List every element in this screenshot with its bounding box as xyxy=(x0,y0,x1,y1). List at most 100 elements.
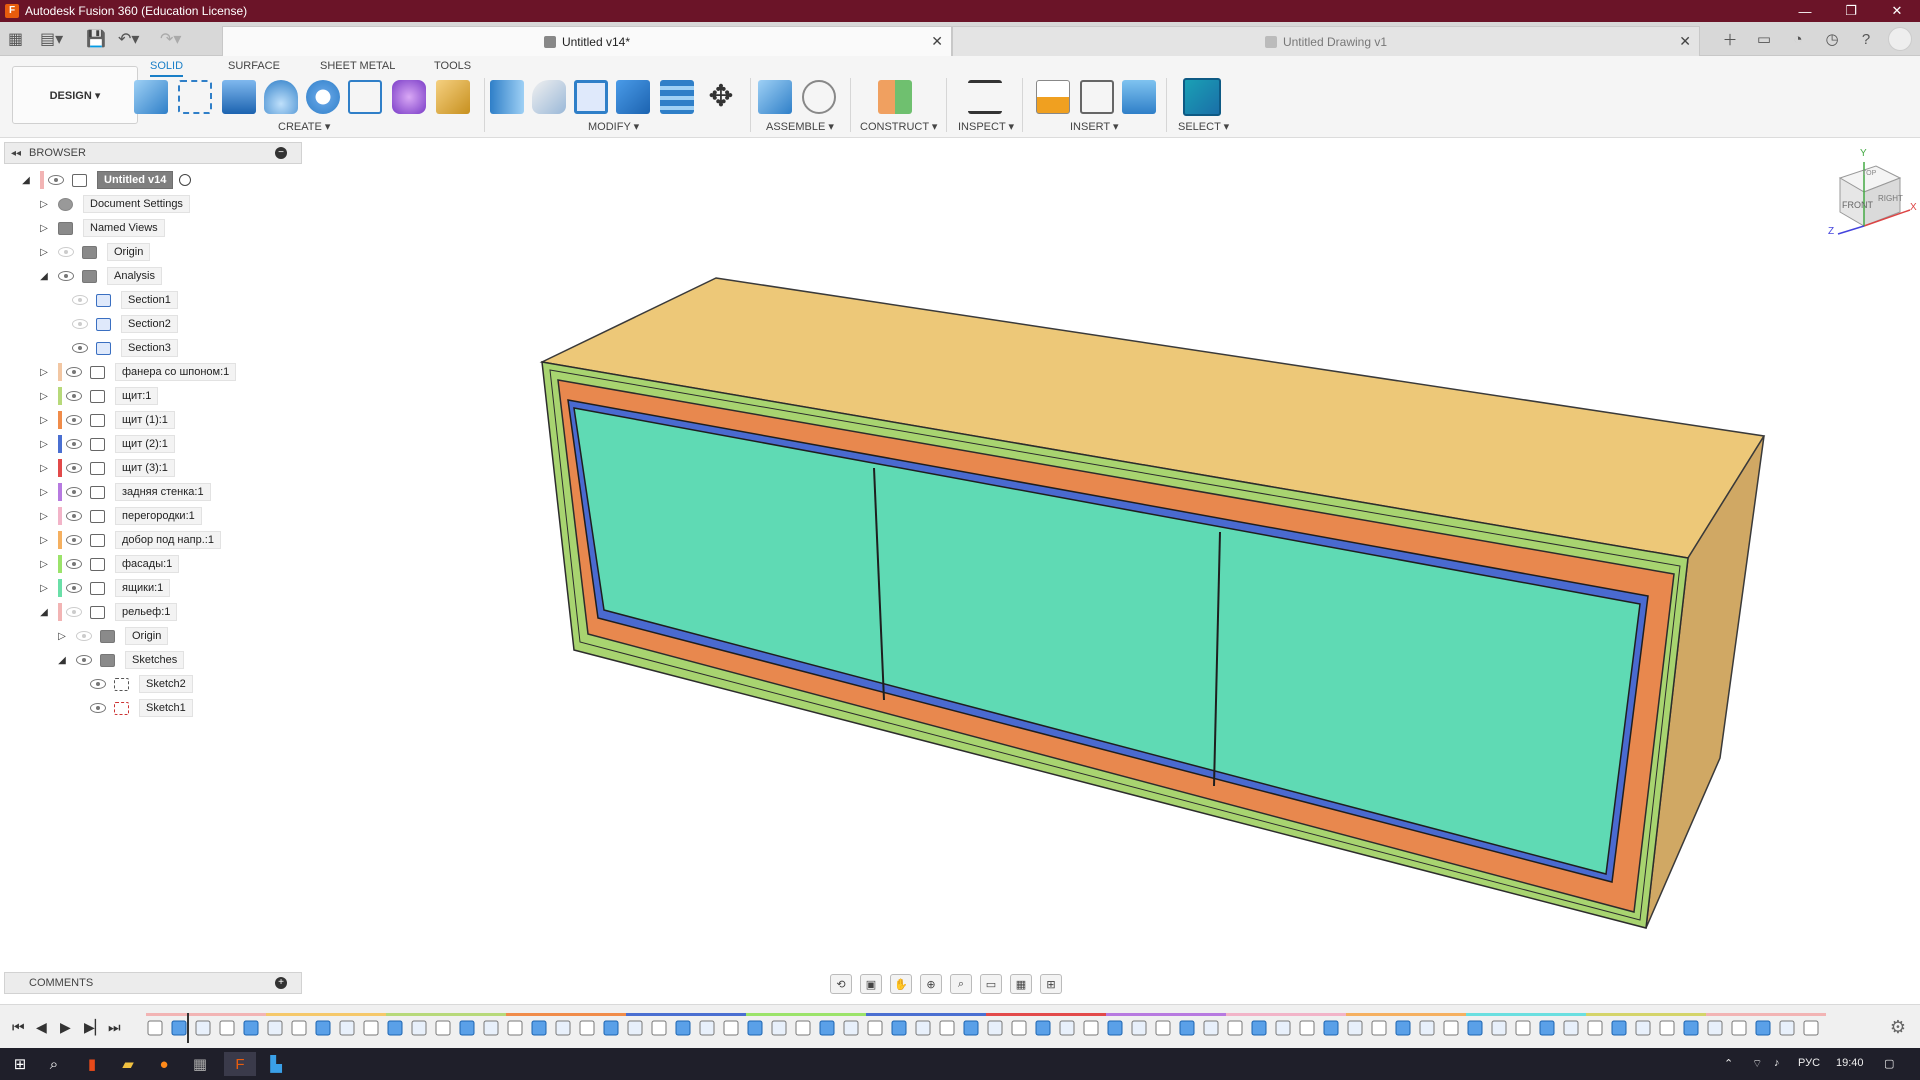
orbit-icon[interactable]: ⟲ xyxy=(830,974,852,994)
combine-icon[interactable] xyxy=(616,80,650,114)
timeline-feature-icon[interactable] xyxy=(1011,1020,1027,1036)
timeline-feature-icon[interactable] xyxy=(1467,1020,1483,1036)
timeline-feature-icon[interactable] xyxy=(411,1020,427,1036)
timeline-feature-icon[interactable] xyxy=(243,1020,259,1036)
timeline-feature-icon[interactable] xyxy=(843,1020,859,1036)
browser-item-component[interactable]: ▷ перегородки:1 xyxy=(38,506,202,526)
modify-menu[interactable]: MODIFY ▾ xyxy=(588,120,639,133)
create-sketch-icon[interactable] xyxy=(178,80,212,114)
timeline-feature-icon[interactable] xyxy=(1179,1020,1195,1036)
timeline-feature-icon[interactable] xyxy=(1563,1020,1579,1036)
viewcube-right-label[interactable]: RIGHT xyxy=(1878,194,1903,203)
visibility-eye-icon[interactable] xyxy=(66,415,82,425)
windows-start-icon[interactable]: ⊞ xyxy=(4,1052,36,1076)
3d-viewport[interactable]: FRONT RIGHT TOP X Y Z xyxy=(302,138,1920,970)
visibility-eye-icon[interactable] xyxy=(66,367,82,377)
browser-item-sketches[interactable]: ◢ Sketches xyxy=(56,650,185,670)
timeline-feature-icon[interactable] xyxy=(987,1020,1003,1036)
step-forward-icon[interactable]: ▶▏ xyxy=(84,1019,106,1036)
split-body-icon[interactable] xyxy=(660,80,694,114)
timeline-feature-icon[interactable] xyxy=(219,1020,235,1036)
collapse-panel-icon[interactable]: ◂◂ xyxy=(11,148,21,159)
workspace-switcher[interactable]: DESIGN ▾ xyxy=(12,66,138,124)
assemble-menu[interactable]: ASSEMBLE ▾ xyxy=(766,120,834,133)
timeline-feature-icon[interactable] xyxy=(1779,1020,1795,1036)
fit-icon[interactable]: ⌕ xyxy=(950,974,972,994)
visibility-eye-icon[interactable] xyxy=(66,535,82,545)
create-menu[interactable]: CREATE ▾ xyxy=(278,120,330,133)
timeline-feature-icon[interactable] xyxy=(1635,1020,1651,1036)
visibility-eye-icon[interactable] xyxy=(66,511,82,521)
timeline-feature-icon[interactable] xyxy=(1347,1020,1363,1036)
timeline-feature-icon[interactable] xyxy=(1275,1020,1291,1036)
avatar[interactable] xyxy=(1888,27,1912,51)
derive-icon[interactable] xyxy=(436,80,470,114)
timeline-feature-icon[interactable] xyxy=(483,1020,499,1036)
firefox-icon[interactable]: ● xyxy=(148,1052,180,1076)
extrude-icon[interactable] xyxy=(222,80,256,114)
restore-button[interactable]: ❐ xyxy=(1828,0,1874,22)
browser-item-section1[interactable]: Section1 xyxy=(68,290,178,310)
timeline-feature-icon[interactable] xyxy=(315,1020,331,1036)
tab-untitled-drawing[interactable]: Untitled Drawing v1 ✕ xyxy=(952,26,1700,56)
new-tab-icon[interactable]: ＋ xyxy=(1718,27,1742,51)
clock-time[interactable]: 19:40 xyxy=(1836,1057,1864,1069)
office-icon[interactable]: ▮ xyxy=(76,1052,108,1076)
close-tab-icon[interactable]: ✕ xyxy=(931,33,943,50)
expand-triangle-icon[interactable]: ▷ xyxy=(38,223,50,234)
visibility-eye-icon[interactable] xyxy=(66,439,82,449)
timeline-feature-icon[interactable] xyxy=(1515,1020,1531,1036)
timeline-feature-icon[interactable] xyxy=(1395,1020,1411,1036)
browser-item-section3[interactable]: Section3 xyxy=(68,338,178,358)
timeline-feature-icon[interactable] xyxy=(1371,1020,1387,1036)
minimize-browser-icon[interactable]: − xyxy=(275,147,287,159)
timeline-feature-icon[interactable] xyxy=(171,1020,187,1036)
insert-mesh-icon[interactable] xyxy=(1080,80,1114,114)
browser-item-origin[interactable]: ▷ Origin xyxy=(38,242,151,262)
display-settings-icon[interactable]: ▭ xyxy=(980,974,1002,994)
look-at-icon[interactable]: ▣ xyxy=(860,974,882,994)
insert-menu[interactable]: INSERT ▾ xyxy=(1070,120,1119,133)
timeline-feature-icon[interactable] xyxy=(1659,1020,1675,1036)
timeline-feature-icon[interactable] xyxy=(1107,1020,1123,1036)
browser-item-sketch[interactable]: Sketch1 xyxy=(86,698,193,718)
timeline-feature-icon[interactable] xyxy=(1419,1020,1435,1036)
timeline-feature-icon[interactable] xyxy=(531,1020,547,1036)
timeline-feature-icon[interactable] xyxy=(747,1020,763,1036)
timeline-feature-icon[interactable] xyxy=(603,1020,619,1036)
expand-triangle-icon[interactable]: ▷ xyxy=(38,535,50,546)
expand-triangle-icon[interactable]: ▷ xyxy=(38,487,50,498)
visibility-eye-icon[interactable] xyxy=(66,487,82,497)
timeline-feature-icon[interactable] xyxy=(1587,1020,1603,1036)
visibility-eye-icon[interactable] xyxy=(72,343,88,353)
timeline-feature-icon[interactable] xyxy=(267,1020,283,1036)
timeline-feature-icon[interactable] xyxy=(675,1020,691,1036)
expand-triangle-icon[interactable]: ▷ xyxy=(38,439,50,450)
measure-icon[interactable] xyxy=(968,80,1002,114)
collapse-triangle-icon[interactable]: ◢ xyxy=(20,175,32,186)
search-icon[interactable]: ⌕ xyxy=(38,1052,70,1076)
hole-icon[interactable] xyxy=(306,80,340,114)
new-component-assemble-icon[interactable] xyxy=(758,80,792,114)
visibility-eye-icon[interactable] xyxy=(48,175,64,185)
collapse-triangle-icon[interactable]: ◢ xyxy=(38,271,50,282)
grid-settings-icon[interactable]: ▦ xyxy=(1010,974,1032,994)
timeline-feature-icon[interactable] xyxy=(291,1020,307,1036)
visibility-eye-icon[interactable] xyxy=(66,607,82,617)
expand-triangle-icon[interactable]: ▷ xyxy=(38,559,50,570)
timeline-feature-icon[interactable] xyxy=(147,1020,163,1036)
timeline-feature-icon[interactable] xyxy=(1131,1020,1147,1036)
timeline-feature-icon[interactable] xyxy=(1803,1020,1819,1036)
collapse-triangle-icon[interactable]: ◢ xyxy=(56,655,68,666)
calculator-icon[interactable]: ▦ xyxy=(184,1052,216,1076)
keyboard-language[interactable]: РУС xyxy=(1798,1057,1820,1069)
insert-svg-icon[interactable] xyxy=(1036,80,1070,114)
zoom-icon[interactable]: ⊕ xyxy=(920,974,942,994)
timeline-feature-icon[interactable] xyxy=(723,1020,739,1036)
inspect-menu[interactable]: INSPECT ▾ xyxy=(958,120,1014,133)
tab-tools[interactable]: TOOLS xyxy=(434,60,471,72)
visibility-eye-icon[interactable] xyxy=(90,703,106,713)
timeline-feature-icon[interactable] xyxy=(1683,1020,1699,1036)
browser-root[interactable]: ◢ Untitled v14 xyxy=(20,170,192,190)
timeline-feature-icon[interactable] xyxy=(1059,1020,1075,1036)
